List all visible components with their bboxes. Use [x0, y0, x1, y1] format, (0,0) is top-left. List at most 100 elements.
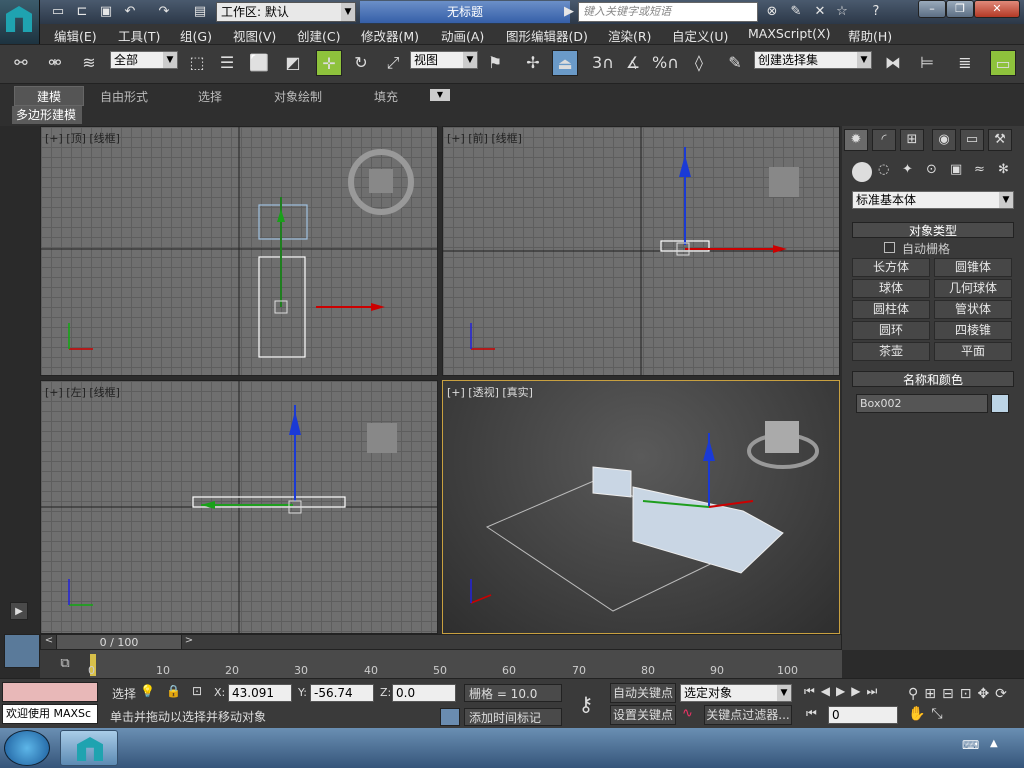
pyramid-button[interactable]: 四棱锥: [934, 321, 1012, 340]
ribbon-tab-freeform[interactable]: 自由形式: [100, 88, 148, 105]
unlink-icon[interactable]: ⚮: [42, 50, 68, 76]
next-frame-arrow-icon[interactable]: >: [182, 635, 196, 649]
cone-button[interactable]: 圆锥体: [934, 258, 1012, 277]
geosphere-button[interactable]: 几何球体: [934, 279, 1012, 298]
edit-named-selection-icon[interactable]: ✎: [722, 50, 748, 76]
mirror-icon[interactable]: ⧓: [880, 50, 906, 76]
menu-customize[interactable]: 自定义(U): [672, 26, 728, 45]
project-folder-icon[interactable]: ▤: [190, 2, 210, 22]
align-icon[interactable]: ⊨: [914, 50, 940, 76]
link-icon[interactable]: ⚯: [8, 50, 34, 76]
ribbon-panel-polygon-modeling[interactable]: 多边形建模: [12, 106, 82, 124]
select-rotate-icon[interactable]: ↻: [348, 50, 374, 76]
geometry-category-icon[interactable]: [852, 162, 872, 182]
menu-animation[interactable]: 动画(A): [441, 26, 484, 45]
play-arrow-icon[interactable]: ▶: [562, 2, 576, 22]
communication-center-icon[interactable]: ✕: [810, 2, 830, 22]
isolate-selection-icon[interactable]: 💡: [140, 684, 155, 700]
select-object-icon[interactable]: ⬚: [184, 50, 210, 76]
time-configuration-icon[interactable]: ⏮: [806, 706, 824, 724]
menu-tools[interactable]: 工具(T): [118, 26, 160, 45]
window-crossing-icon[interactable]: ◩: [280, 50, 306, 76]
snaps-toggle-icon[interactable]: 3∩: [590, 50, 616, 76]
teapot-button[interactable]: 茶壶: [852, 342, 930, 361]
start-button[interactable]: [4, 730, 50, 766]
search-input[interactable]: 键入关键字或短语: [578, 2, 758, 22]
expand-arrow-icon[interactable]: ▶: [10, 602, 28, 620]
keyboard-shortcut-override-icon[interactable]: ⏏: [552, 50, 578, 76]
viewport-front[interactable]: [+] [前] [线框]: [442, 126, 840, 376]
menu-views[interactable]: 视图(V): [233, 26, 276, 45]
box-button[interactable]: 长方体: [852, 258, 930, 277]
cameras-category-icon[interactable]: ⊙: [926, 162, 944, 180]
playback-controls[interactable]: ⏮◀▶▶⏭: [804, 684, 924, 702]
ribbon-tab-selection[interactable]: 选择: [198, 88, 222, 105]
ribbon-tab-object-paint[interactable]: 对象绘制: [274, 88, 322, 105]
menu-modifiers[interactable]: 修改器(M): [361, 26, 419, 45]
menu-rendering[interactable]: 渲染(R): [608, 26, 651, 45]
maxscript-listener-top[interactable]: [2, 682, 98, 702]
sphere-button[interactable]: 球体: [852, 279, 930, 298]
menu-group[interactable]: 组(G): [180, 26, 212, 45]
z-coordinate-field[interactable]: 0.0: [392, 684, 456, 702]
autogrid-checkbox[interactable]: [884, 242, 895, 253]
track-bar[interactable]: [90, 650, 842, 678]
key-filters-button[interactable]: 关键点过滤器...: [704, 705, 792, 725]
ribbon-options-icon[interactable]: ▼: [430, 89, 450, 101]
open-file-icon[interactable]: ⊏: [72, 2, 92, 22]
viewport-perspective[interactable]: [+] [透视] [真实]: [442, 380, 840, 634]
viewport-layout-icon[interactable]: [4, 634, 40, 668]
keyboard-tray-icon[interactable]: ⌨: [962, 738, 980, 754]
modify-tab-icon[interactable]: ◜: [872, 129, 896, 151]
cylinder-button[interactable]: 圆柱体: [852, 300, 930, 319]
manipulate-icon[interactable]: ✢: [520, 50, 546, 76]
object-name-field[interactable]: Box002: [856, 394, 988, 413]
viewport-left[interactable]: [+] [左] [线框]: [40, 380, 438, 634]
ribbon-tab-populate[interactable]: 填充: [374, 88, 398, 105]
menu-maxscript[interactable]: MAXScript(X): [748, 26, 830, 41]
app-logo-button[interactable]: [0, 0, 40, 44]
rollout-object-type[interactable]: 对象类型: [852, 222, 1014, 238]
close-icon[interactable]: ✕: [974, 0, 1020, 18]
motion-tab-icon[interactable]: ◉: [932, 129, 956, 151]
key-mode-dropdown[interactable]: 选定对象 ▼: [680, 684, 792, 702]
reference-coordinate-dropdown[interactable]: 视图 ▼: [410, 51, 478, 69]
y-coordinate-field[interactable]: -56.74: [310, 684, 374, 702]
absolute-mode-icon[interactable]: ⊡: [192, 684, 208, 700]
maximize-icon[interactable]: ❐: [946, 0, 974, 18]
selection-lock-icon[interactable]: 🔒: [166, 684, 181, 700]
hierarchy-tab-icon[interactable]: ⊞: [900, 129, 924, 151]
lights-category-icon[interactable]: ✦: [902, 162, 920, 180]
key-tool-icon[interactable]: ✎: [786, 2, 806, 22]
set-key-icon[interactable]: ⚷: [566, 682, 606, 726]
help-icon[interactable]: ?: [866, 2, 886, 22]
layer-manager-icon[interactable]: ≣: [952, 50, 978, 76]
viewport-top[interactable]: [+] [顶] [线框]: [40, 126, 438, 376]
menu-graph-editors[interactable]: 图形编辑器(D): [506, 26, 588, 45]
redo-icon[interactable]: ↷: [154, 2, 174, 22]
viewport-navigation-controls[interactable]: ⚲⊞⊟⊡✥⟳✋⤡: [908, 684, 1018, 724]
plane-button[interactable]: 平面: [934, 342, 1012, 361]
menu-help[interactable]: 帮助(H): [848, 26, 892, 45]
display-tab-icon[interactable]: ▭: [960, 129, 984, 151]
shapes-category-icon[interactable]: ◌: [878, 162, 896, 180]
current-frame-field[interactable]: 0: [828, 706, 898, 724]
mini-curve-editor-icon[interactable]: ⧉: [40, 650, 90, 678]
torus-button[interactable]: 圆环: [852, 321, 930, 340]
prev-frame-arrow-icon[interactable]: <: [42, 635, 56, 649]
spinner-snap-icon[interactable]: ◊: [686, 50, 712, 76]
object-category-dropdown[interactable]: 标准基本体 ▼: [852, 191, 1014, 209]
rollout-name-color[interactable]: 名称和颜色: [852, 371, 1014, 387]
time-tag-icon[interactable]: [440, 708, 460, 726]
set-key-button[interactable]: 设置关键点: [610, 705, 676, 725]
undo-icon[interactable]: ↶: [120, 2, 140, 22]
rect-selection-region-icon[interactable]: ⬜: [246, 50, 272, 76]
create-tab-icon[interactable]: ✹: [844, 129, 868, 151]
select-scale-icon[interactable]: ⤢: [380, 50, 406, 76]
new-file-icon[interactable]: ▭: [48, 2, 68, 22]
tube-button[interactable]: 管状体: [934, 300, 1012, 319]
ribbon-tab-modeling[interactable]: 建模: [14, 86, 84, 106]
favorites-star-icon[interactable]: ☆: [832, 2, 852, 22]
angle-snap-icon[interactable]: ∡: [620, 50, 646, 76]
object-color-swatch[interactable]: [991, 394, 1009, 413]
